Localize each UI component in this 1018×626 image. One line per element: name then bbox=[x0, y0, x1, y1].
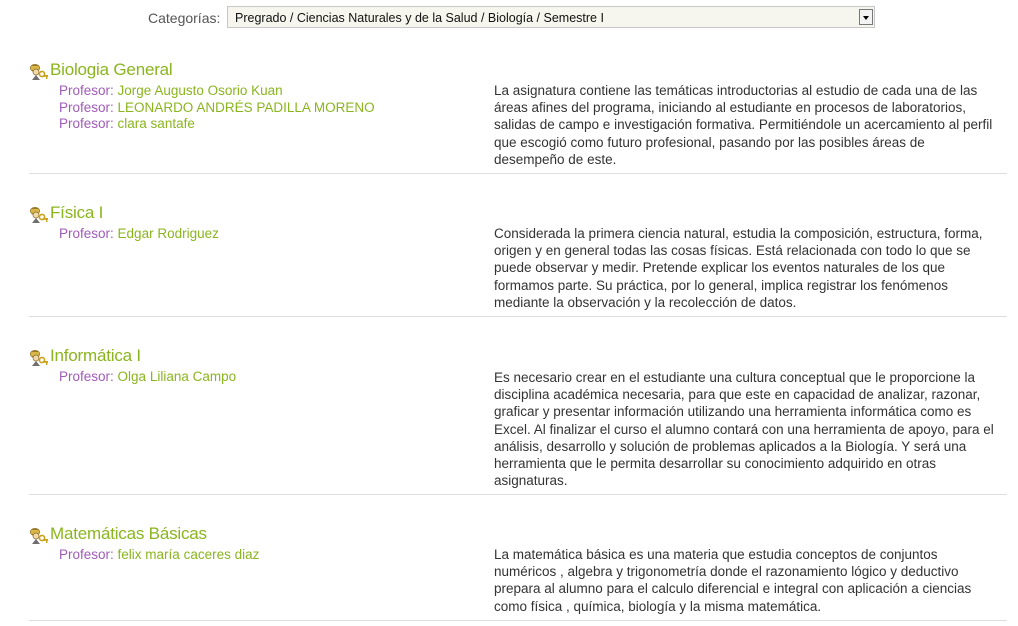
course-link[interactable]: Física I bbox=[50, 203, 103, 223]
course-item: Biologia General Profesor: Jorge Augusto… bbox=[29, 60, 1007, 174]
teacher-list: Profesor: Olga Liliana Campo bbox=[59, 369, 236, 386]
course-summary: La asignatura contiene las temáticas int… bbox=[494, 83, 993, 167]
teacher-line: Profesor: felix maría caceres diaz bbox=[59, 547, 259, 564]
guest-access-key-icon bbox=[30, 528, 48, 544]
teacher-line: Profesor: Olga Liliana Campo bbox=[59, 369, 236, 386]
course-item: Matemáticas Básicas Profesor: felix marí… bbox=[29, 524, 1007, 621]
teacher-label: Profesor: bbox=[59, 99, 114, 115]
teacher-label: Profesor: bbox=[59, 83, 114, 98]
course-summary: La matemática básica es una materia que … bbox=[494, 547, 972, 614]
guest-access-key-icon bbox=[30, 64, 48, 80]
course-link[interactable]: Biologia General bbox=[50, 60, 173, 80]
course-link[interactable]: Matemáticas Básicas bbox=[50, 524, 207, 544]
teacher-link[interactable]: Olga Liliana Campo bbox=[118, 369, 237, 384]
teacher-link[interactable]: clara santafe bbox=[118, 116, 195, 131]
course-item: Informática I Profesor: Olga Liliana Cam… bbox=[29, 346, 1007, 495]
teacher-label: Profesor: bbox=[59, 547, 114, 562]
teacher-line: Profesor: Jorge Augusto Osorio Kuan bbox=[59, 83, 375, 100]
category-select-value: Pregrado / Ciencias Naturales y de la Sa… bbox=[235, 11, 604, 25]
category-bar: Categorías: Pregrado / Ciencias Naturale… bbox=[0, 6, 1018, 30]
teacher-line: Profesor: LEONARDO ANDRÉS PADILLA MORENO bbox=[59, 100, 375, 117]
guest-access-key-icon bbox=[30, 207, 48, 223]
teacher-link[interactable]: Jorge Augusto Osorio Kuan bbox=[118, 83, 283, 98]
teacher-list: Profesor: felix maría caceres diaz bbox=[59, 547, 259, 564]
teacher-link[interactable]: LEONARDO ANDRÉS PADILLA MORENO bbox=[118, 100, 375, 115]
teacher-label: Profesor: bbox=[59, 369, 114, 384]
teacher-list: Profesor: Jorge Augusto Osorio Kuan Prof… bbox=[59, 83, 375, 133]
guest-access-key-icon bbox=[30, 350, 48, 366]
category-select[interactable]: Pregrado / Ciencias Naturales y de la Sa… bbox=[227, 6, 875, 28]
dropdown-arrow-icon[interactable] bbox=[859, 9, 873, 25]
teacher-line: Profesor: clara santafe bbox=[59, 116, 375, 133]
teacher-label: Profesor: bbox=[59, 116, 114, 131]
course-summary: Es necesario crear en el estudiante una … bbox=[494, 370, 994, 489]
teacher-label: Profesor: bbox=[59, 226, 114, 241]
teacher-line: Profesor: Edgar Rodriguez bbox=[59, 226, 219, 243]
course-summary: Considerada la primera ciencia natural, … bbox=[494, 226, 983, 310]
teacher-link[interactable]: felix maría caceres diaz bbox=[118, 547, 260, 562]
teacher-list: Profesor: Edgar Rodriguez bbox=[59, 226, 219, 243]
course-item: Física I Profesor: Edgar Rodriguez Consi… bbox=[29, 203, 1007, 317]
category-label: Categorías: bbox=[148, 10, 221, 26]
teacher-link[interactable]: Edgar Rodriguez bbox=[118, 226, 219, 241]
course-link[interactable]: Informática I bbox=[50, 346, 141, 366]
